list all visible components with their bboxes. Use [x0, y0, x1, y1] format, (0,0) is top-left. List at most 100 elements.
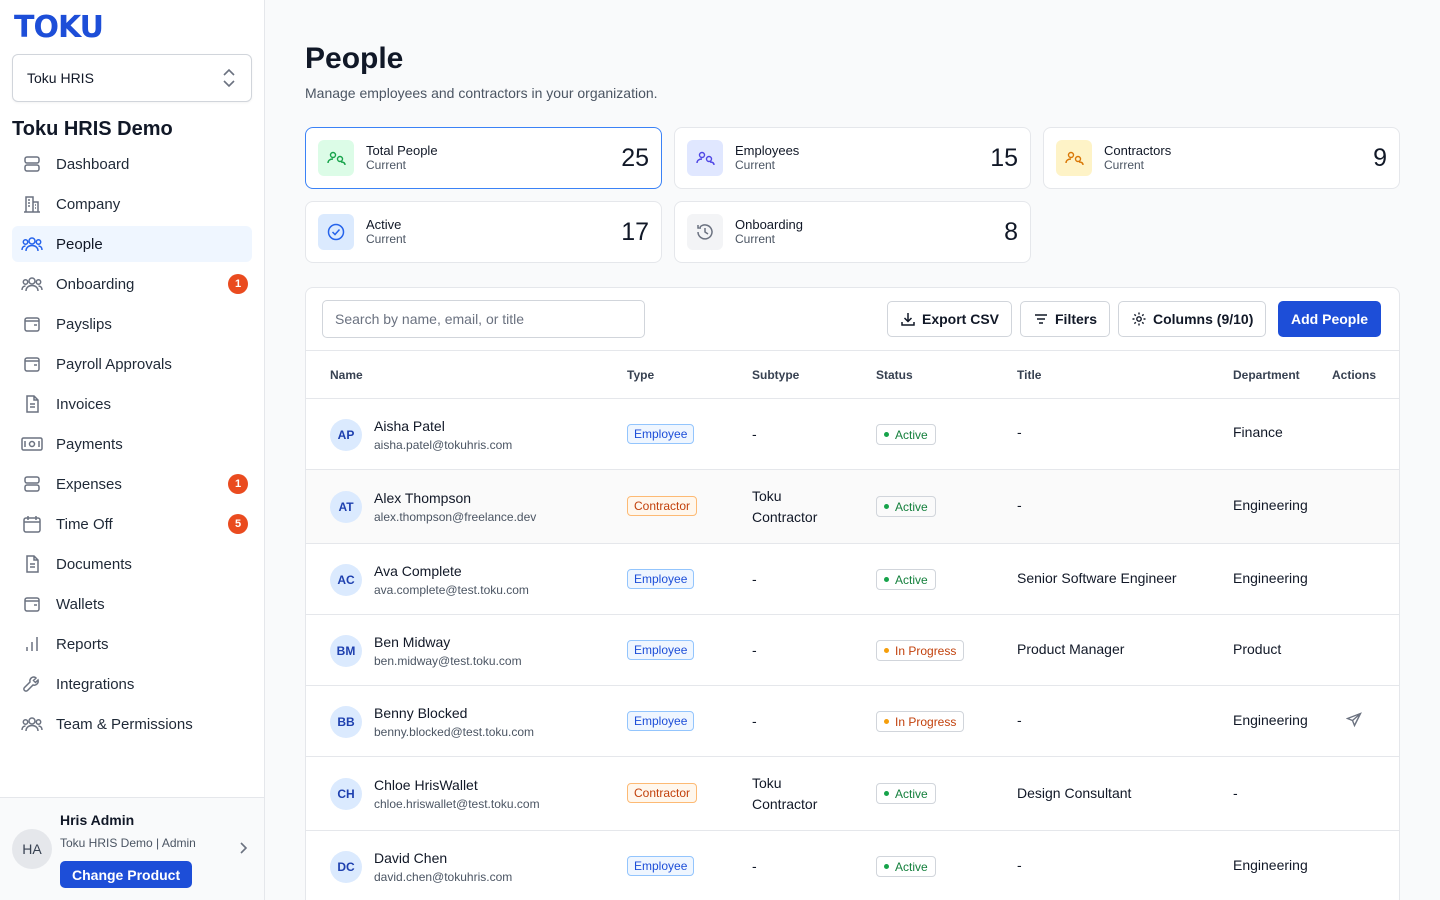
columns-button[interactable]: Columns (9/10) [1118, 301, 1267, 337]
chevron-right-icon[interactable] [238, 841, 248, 860]
title-cell: Senior Software Engineer [1017, 570, 1177, 586]
stat-label: Onboarding [735, 217, 803, 232]
person-name[interactable]: Ava Complete [374, 563, 462, 579]
column-header-title[interactable]: Title [1017, 368, 1041, 382]
type-badge: Employee [627, 856, 695, 876]
export-csv-button[interactable]: Export CSV [887, 301, 1013, 337]
stat-card-contractors[interactable]: Contractors Current 9 [1043, 127, 1400, 189]
sidebar-item-payroll-approvals[interactable]: Payroll Approvals [12, 346, 252, 382]
column-header-status[interactable]: Status [876, 368, 913, 382]
avatar: BM [330, 635, 362, 667]
status-label: Active [895, 786, 928, 801]
change-product-button[interactable]: Change Product [60, 861, 193, 888]
person-name[interactable]: Ben Midway [374, 634, 450, 650]
sidebar-item-reports[interactable]: Reports [12, 626, 252, 662]
person-name[interactable]: Benny Blocked [374, 705, 467, 721]
table-row[interactable]: AC Ava Complete ava.complete@test.toku.c… [306, 544, 1399, 615]
column-header-type[interactable]: Type [627, 368, 654, 382]
add-people-button[interactable]: Add People [1278, 301, 1382, 337]
person-email: alex.thompson@freelance.dev [374, 510, 537, 524]
column-header-name[interactable]: Name [330, 368, 363, 382]
sidebar-item-dashboard[interactable]: Dashboard [12, 146, 252, 182]
sidebar-item-label: Payslips [56, 315, 112, 333]
status-label: Active [895, 427, 928, 442]
column-header-department[interactable]: Department [1233, 368, 1300, 382]
stat-card-active[interactable]: Active Current 17 [305, 201, 662, 263]
type-badge: Contractor [627, 783, 698, 803]
stat-card-onboarding[interactable]: Onboarding Current 8 [674, 201, 1031, 263]
toku-logo[interactable]: TOKU [14, 10, 104, 45]
page-subtitle: Manage employees and contractors in your… [305, 85, 658, 101]
sidebar-item-invoices[interactable]: Invoices [12, 386, 252, 422]
sidebar-item-team-permissions[interactable]: Team & Permissions [12, 706, 252, 742]
sidebar-item-onboarding[interactable]: Onboarding 1 [12, 266, 252, 302]
status-badge: Active [876, 496, 936, 517]
person-name[interactable]: Aisha Patel [374, 418, 445, 434]
status-badge: Active [876, 783, 936, 804]
status-label: Active [895, 572, 928, 587]
stat-card-total-people[interactable]: Total People Current 25 [305, 127, 662, 189]
status-dot [884, 504, 889, 509]
table-row[interactable]: AT Alex Thompson alex.thompson@freelance… [306, 470, 1399, 544]
table-row[interactable]: AP Aisha Patel aisha.patel@tokuhris.com … [306, 399, 1399, 470]
avatar: CH [330, 778, 362, 810]
stat-sub: Current [366, 158, 407, 172]
subtype-cell: - [752, 571, 757, 587]
person-name[interactable]: Chloe HrisWallet [374, 777, 478, 793]
avatar: DC [330, 851, 362, 883]
user-menu[interactable]: HA Hris Admin Toku HRIS Demo | Admin Cha… [0, 797, 264, 900]
table-row[interactable]: BB Benny Blocked benny.blocked@test.toku… [306, 686, 1399, 757]
search-input[interactable] [322, 300, 645, 338]
sidebar-item-expenses[interactable]: Expenses 1 [12, 466, 252, 502]
status-badge: Active [876, 856, 936, 877]
status-dot [884, 648, 889, 653]
sidebar-item-label: Time Off [56, 515, 113, 533]
person-email: ben.midway@test.toku.com [374, 654, 522, 668]
sidebar-item-time-off[interactable]: Time Off 5 [12, 506, 252, 542]
status-dot [884, 577, 889, 582]
sidebar-item-payments[interactable]: Payments [12, 426, 252, 462]
bar-chart-icon [20, 632, 44, 656]
column-header-subtype[interactable]: Subtype [752, 368, 799, 382]
sidebar-nav: Dashboard Company People Onboarding 1 Pa… [12, 146, 252, 746]
sidebar-item-integrations[interactable]: Integrations [12, 666, 252, 702]
sidebar-item-wallets[interactable]: Wallets [12, 586, 252, 622]
export-csv-label: Export CSV [922, 311, 1000, 327]
users-icon [20, 712, 44, 736]
people-table: Export CSV Filters Columns (9/10) Add Pe… [305, 287, 1400, 900]
sidebar-item-label: Expenses [56, 475, 122, 493]
check-circle-icon [318, 214, 354, 250]
database-icon [20, 472, 44, 496]
stat-sub: Current [366, 232, 407, 246]
status-dot [884, 719, 889, 724]
sidebar-item-label: Wallets [56, 595, 105, 613]
product-select[interactable]: Toku HRIS [12, 54, 252, 102]
sidebar-item-payslips[interactable]: Payslips [12, 306, 252, 342]
type-badge: Employee [627, 711, 695, 731]
status-dot [884, 791, 889, 796]
sidebar-item-people[interactable]: People [12, 226, 252, 262]
status-label: Active [895, 859, 928, 874]
title-cell: - [1017, 497, 1022, 513]
title-cell: Design Consultant [1017, 785, 1132, 801]
table-row[interactable]: CH Chloe HrisWallet chloe.hriswallet@tes… [306, 757, 1399, 831]
send-icon[interactable] [1345, 712, 1362, 731]
person-email: benny.blocked@test.toku.com [374, 725, 535, 739]
expenses-count-badge: 1 [228, 474, 248, 494]
sidebar-item-documents[interactable]: Documents [12, 546, 252, 582]
person-name[interactable]: David Chen [374, 850, 447, 866]
sidebar-item-label: Payments [56, 435, 123, 453]
wallet-icon [20, 312, 44, 336]
table-row[interactable]: DC David Chen david.chen@tokuhris.com Em… [306, 831, 1399, 900]
table-row[interactable]: BM Ben Midway ben.midway@test.toku.com E… [306, 615, 1399, 686]
subtype-cell: - [752, 858, 757, 874]
sidebar-item-label: Team & Permissions [56, 715, 193, 733]
banknote-icon [20, 432, 44, 456]
person-name[interactable]: Alex Thompson [374, 490, 471, 506]
sidebar-item-company[interactable]: Company [12, 186, 252, 222]
subtype-cell: - [752, 642, 757, 658]
department-cell: Finance [1233, 424, 1283, 440]
filters-button[interactable]: Filters [1020, 301, 1111, 337]
stat-card-employees[interactable]: Employees Current 15 [674, 127, 1031, 189]
building-icon [20, 192, 44, 216]
